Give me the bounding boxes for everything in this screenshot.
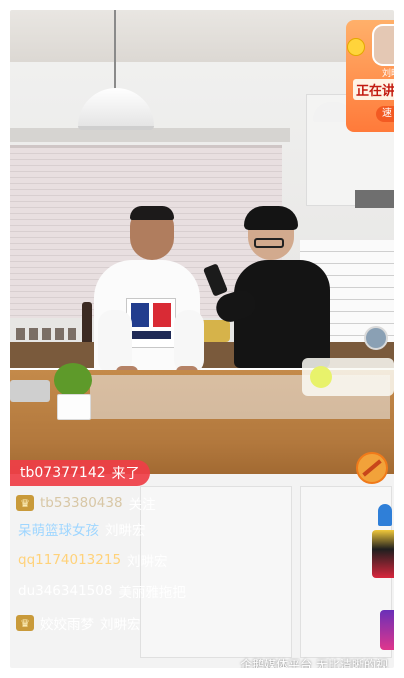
chat-message: du346341508 美丽雅拖把	[18, 578, 186, 604]
lime	[310, 366, 332, 388]
host-arm-right	[174, 310, 204, 374]
chat-user[interactable]: 呆萌篮球女孩	[18, 519, 99, 539]
sink	[10, 380, 50, 402]
crown-icon: ♛	[16, 495, 34, 511]
chat-user[interactable]: tb53380438	[40, 495, 123, 511]
lamp-cord	[114, 10, 116, 90]
ceiling	[10, 10, 394, 62]
chat-user[interactable]: qq1174013215	[18, 552, 121, 568]
activity-icon[interactable]	[380, 610, 394, 650]
crown-icon: ♛	[16, 615, 34, 631]
wine-bottle	[82, 302, 92, 342]
entry-user: tb07377142	[20, 465, 106, 481]
fruit-basket	[200, 320, 230, 342]
watermark: 企鹅媒体平台 无比清晰的视	[240, 658, 388, 668]
host-arm-left	[98, 310, 132, 374]
upper-cabinet	[10, 128, 290, 142]
entry-notice: tb07377142 来了	[10, 460, 150, 486]
cohost-hair	[244, 206, 298, 230]
potted-plant	[54, 363, 92, 397]
host-name: 刘畊	[382, 69, 394, 79]
spice-jars	[16, 328, 76, 340]
cohost-glasses	[254, 238, 284, 248]
chat-text: 关注	[128, 497, 156, 513]
chat-message: qq1174013215 刘畊宏	[18, 547, 168, 573]
enter-live-button[interactable]: 速	[376, 106, 394, 122]
plant-pot	[57, 394, 91, 420]
live-stream-view: 刘畊 正在讲 速 tb07377142 来了 ♛ tb53380438 关注 呆…	[10, 10, 394, 668]
entry-action: 来了	[111, 466, 140, 482]
gift-icon[interactable]	[372, 530, 394, 578]
chat-user[interactable]: du346341508	[18, 583, 112, 599]
host-hair	[130, 206, 174, 220]
chat-message: 呆萌篮球女孩 刘畊宏	[18, 516, 146, 542]
range-hood	[355, 190, 394, 208]
logo-red-panel	[153, 303, 171, 327]
chat-text: 美丽雅拖把	[118, 585, 186, 601]
chat-text: 刘畊宏	[105, 523, 146, 539]
logo-band	[131, 331, 171, 339]
no-entry-icon[interactable]	[356, 452, 388, 484]
coin-icon	[347, 38, 365, 56]
chat-text: 刘畊宏	[100, 617, 141, 633]
host-avatar[interactable]	[372, 24, 394, 66]
chat-text: 刘畊宏	[127, 554, 168, 570]
logo-blue-panel	[131, 303, 149, 327]
live-status-text: 正在讲	[353, 79, 394, 100]
shirt-logo	[126, 298, 176, 348]
bag-icon[interactable]	[378, 504, 392, 526]
chat-message: ♛ tb53380438 关注	[16, 490, 156, 516]
chat-message: ♛ 姣姣雨梦 刘畊宏	[16, 610, 141, 636]
chat-user[interactable]: 姣姣雨梦	[40, 613, 94, 633]
basket-icon[interactable]	[364, 326, 388, 350]
